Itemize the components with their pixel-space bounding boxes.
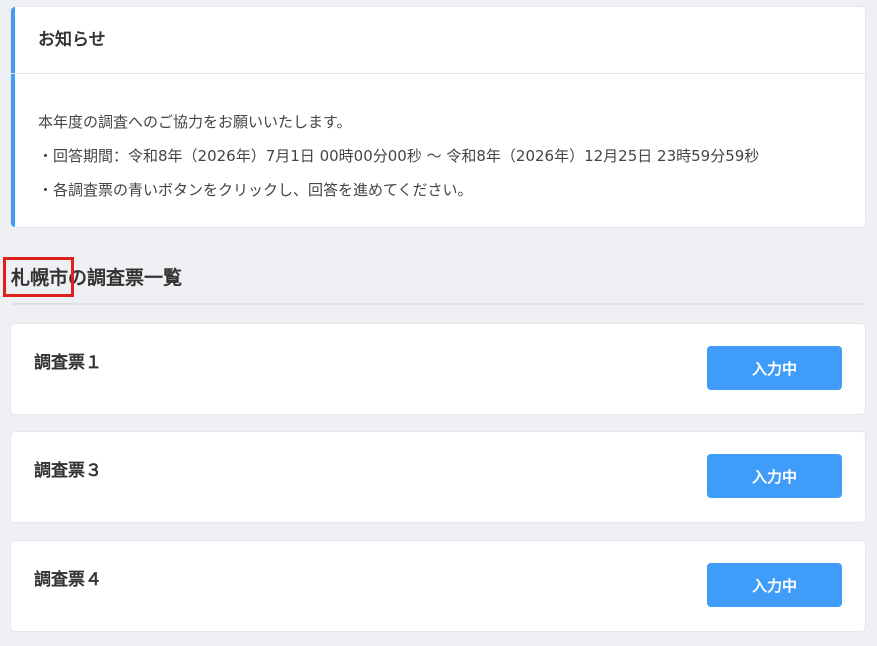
notice-line-period: ・回答期間：令和8年（2026年）7月1日 00時00分00秒 ～ 令和8年（2… — [38, 147, 760, 165]
survey-1-status-button[interactable]: 入力中 — [707, 346, 842, 390]
survey-3-status-button[interactable]: 入力中 — [707, 454, 842, 498]
survey-card-3: 調査票３ 入力中 — [11, 432, 865, 522]
survey-name: 調査票３ — [34, 461, 102, 481]
survey-list-heading: 札幌市 の調査票一覧 — [3, 257, 183, 297]
notice-body: 本年度の調査へのご協力をお願いいたします。 ・回答期間：令和8年（2026年）7… — [38, 105, 848, 207]
section-divider — [11, 303, 865, 305]
notice-line-intro: 本年度の調査へのご協力をお願いいたします。 — [38, 113, 352, 131]
notice-panel: お知らせ 本年度の調査へのご協力をお願いいたします。 ・回答期間：令和8年（20… — [11, 7, 865, 227]
survey-name: 調査票４ — [34, 570, 102, 590]
notice-line-instruction: ・各調査票の青いボタンをクリックし、回答を進めてください。 — [38, 181, 473, 199]
city-name: 札幌市 — [11, 267, 69, 289]
city-name-highlight: 札幌市 — [3, 257, 75, 297]
survey-name: 調査票１ — [34, 353, 102, 373]
heading-suffix: の調査票一覧 — [68, 267, 183, 289]
notice-title: お知らせ — [38, 30, 106, 50]
survey-card-4: 調査票４ 入力中 — [11, 541, 865, 631]
notice-header: お知らせ — [11, 7, 865, 74]
survey-card-1: 調査票１ 入力中 — [11, 324, 865, 414]
survey-4-status-button[interactable]: 入力中 — [707, 563, 842, 607]
